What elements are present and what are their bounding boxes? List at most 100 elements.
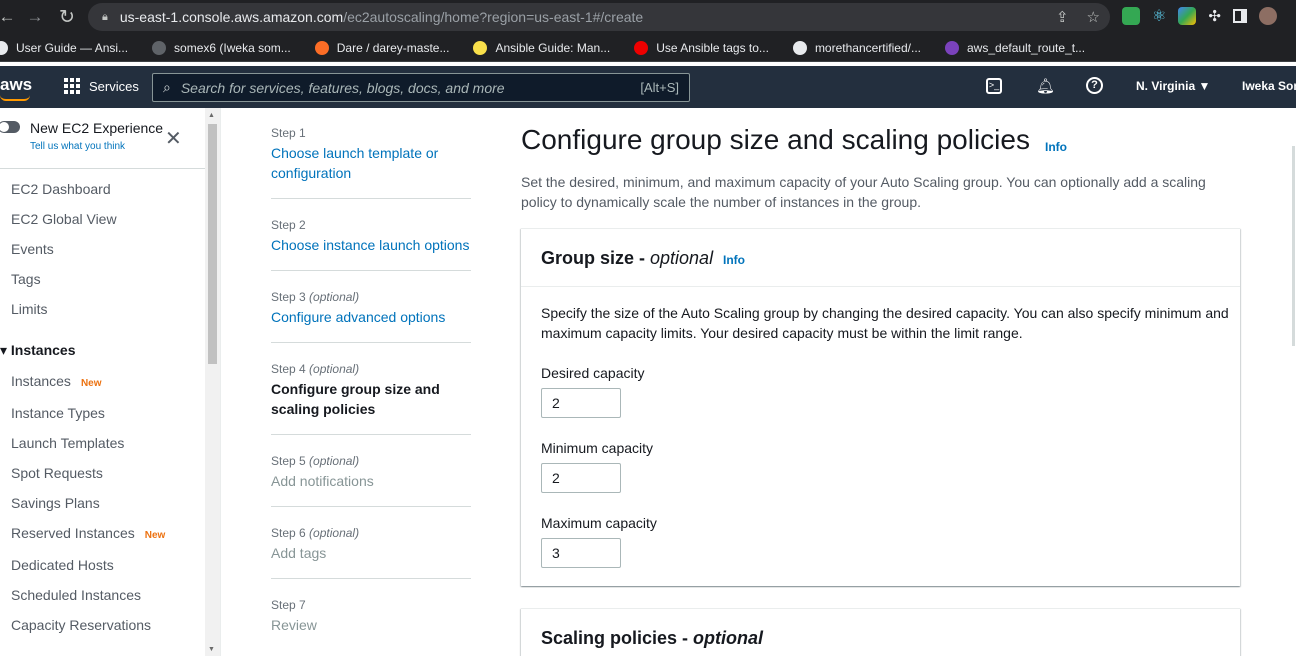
step-3-link[interactable]: Configure advanced options xyxy=(271,307,471,327)
sidebar-item-reserved-instances[interactable]: Reserved Instances New xyxy=(11,525,165,541)
bookmark-star-icon[interactable]: ☆ xyxy=(1087,8,1100,26)
account-menu[interactable]: Iweka Som xyxy=(1242,79,1296,93)
scroll-down-icon[interactable]: ▼ xyxy=(208,646,215,653)
bookmark-item[interactable]: User Guide — Ansi... xyxy=(0,40,128,55)
new-experience-toggle[interactable] xyxy=(0,121,20,133)
bell-icon[interactable]: 🔔︎ xyxy=(1036,77,1055,95)
forward-arrow-icon[interactable]: → xyxy=(20,7,50,27)
bookmarks-bar: User Guide — Ansi... somex6 (Iweka som...… xyxy=(0,34,1296,62)
reload-icon[interactable]: ↻ xyxy=(52,6,82,29)
step-number: Step 5 xyxy=(271,454,306,468)
step-optional: (optional) xyxy=(309,362,360,376)
page-info-link[interactable]: Info xyxy=(1045,140,1067,154)
content-border xyxy=(220,108,221,656)
extension-color-icon[interactable] xyxy=(1178,7,1197,25)
step-number: Step 1 xyxy=(271,126,306,140)
back-arrow-icon[interactable]: ← xyxy=(0,7,22,27)
sidebar-item-label: Reserved Instances xyxy=(11,525,135,541)
scroll-up-icon[interactable]: ▲ xyxy=(208,112,215,119)
share-icon[interactable]: ⇪ xyxy=(1056,8,1069,26)
feedback-link[interactable]: Tell us what you think xyxy=(30,141,125,152)
scaling-policies-panel: Scaling policies - optional xyxy=(521,608,1240,656)
bookmark-item[interactable]: Ansible Guide: Man... xyxy=(473,40,610,55)
step-2-link[interactable]: Choose instance launch options xyxy=(271,235,471,255)
new-badge: New xyxy=(144,530,166,541)
step-1-label: Step 1 xyxy=(271,126,306,140)
services-button[interactable]: Services xyxy=(64,78,139,94)
search-shortcut: [Alt+S] xyxy=(640,80,679,95)
sidepanel-icon[interactable] xyxy=(1232,9,1247,23)
page-title: Configure group size and scaling policie… xyxy=(521,124,1030,155)
bookmark-favicon-icon xyxy=(945,40,959,55)
aws-logo[interactable]: aws xyxy=(0,75,32,95)
bookmark-item[interactable]: somex6 (Iweka som... xyxy=(152,40,291,55)
bookmark-label: Use Ansible tags to... xyxy=(656,40,769,55)
search-input[interactable]: ⌕ Search for services, features, blogs, … xyxy=(152,73,690,102)
maximum-capacity-input[interactable] xyxy=(541,538,621,568)
sidebar-item-tags[interactable]: Tags xyxy=(11,271,41,287)
bookmark-favicon-icon xyxy=(473,40,488,55)
page-scroll-thumb[interactable] xyxy=(1292,146,1295,346)
sidebar-item-scheduled-instances[interactable]: Scheduled Instances xyxy=(11,587,141,603)
bookmark-item[interactable]: Use Ansible tags to... xyxy=(634,40,769,55)
step-2-label: Step 2 xyxy=(271,218,306,232)
step-number: Step 4 xyxy=(271,362,306,376)
address-bar[interactable]: 🔒︎ us-east-1.console.aws.amazon.com/ec2a… xyxy=(88,3,1110,31)
step-number: Step 7 xyxy=(271,598,306,612)
sidebar-section-instances[interactable]: ▾ Instances xyxy=(0,342,76,359)
sidebar-item-events[interactable]: Events xyxy=(11,241,54,257)
sidebar-scrollbar[interactable]: ▲ ▼ xyxy=(205,108,220,656)
extension-green-icon[interactable] xyxy=(1122,7,1140,25)
sidebar-item-savings-plans[interactable]: Savings Plans xyxy=(11,495,100,511)
bookmark-favicon-icon xyxy=(152,40,167,55)
group-size-info-link[interactable]: Info xyxy=(723,253,745,267)
sidebar-item-dedicated-hosts[interactable]: Dedicated Hosts xyxy=(11,557,114,573)
close-icon[interactable]: ✕ xyxy=(165,126,182,151)
step-divider xyxy=(271,342,471,343)
bookmark-label: Dare / darey-maste... xyxy=(336,40,450,55)
bookmark-favicon-icon xyxy=(314,40,329,55)
desired-capacity-label: Desired capacity xyxy=(541,365,645,381)
panel-title-text: Scaling policies - xyxy=(541,628,694,648)
sidebar-item-instance-types[interactable]: Instance Types xyxy=(11,405,105,421)
step-4-label: Step 4 (optional) xyxy=(271,362,359,376)
minimum-capacity-input[interactable] xyxy=(541,463,621,493)
sidebar-item-spot-requests[interactable]: Spot Requests xyxy=(11,465,103,481)
sidebar-scroll-thumb[interactable] xyxy=(208,124,217,364)
cloudshell-icon[interactable]: >_ xyxy=(986,78,1002,94)
bookmark-item[interactable]: morethancertified/... xyxy=(792,40,921,55)
step-1-link[interactable]: Choose launch template or configuration xyxy=(271,143,471,183)
bookmark-favicon-icon xyxy=(634,40,649,55)
step-optional: (optional) xyxy=(309,526,360,540)
sidebar-item-launch-templates[interactable]: Launch Templates xyxy=(11,435,124,451)
bookmark-item[interactable]: Dare / darey-maste... xyxy=(314,40,450,55)
grid-icon xyxy=(64,78,80,94)
sidebar-item-limits[interactable]: Limits xyxy=(11,301,48,317)
sidebar-item-ec2-global-view[interactable]: EC2 Global View xyxy=(11,211,117,227)
sidebar-item-ec2-dashboard[interactable]: EC2 Dashboard xyxy=(11,181,111,197)
page-scrollbar[interactable] xyxy=(1292,108,1296,656)
browser-toolbar: ← → ↻ 🔒︎ us-east-1.console.aws.amazon.co… xyxy=(0,0,1296,34)
bookmark-item[interactable]: aws_default_route_t... xyxy=(945,40,1086,55)
services-label: Services xyxy=(89,78,139,94)
react-extension-icon[interactable]: ⚛ xyxy=(1152,6,1166,26)
new-experience-label: New EC2 Experience xyxy=(30,120,164,136)
step-3-label: Step 3 (optional) xyxy=(271,290,359,304)
search-icon: ⌕ xyxy=(163,79,171,95)
help-icon[interactable]: ? xyxy=(1086,77,1103,94)
group-size-description: Specify the size of the Auto Scaling gro… xyxy=(541,305,1229,341)
step-optional: (optional) xyxy=(309,290,360,304)
bookmark-label: morethancertified/... xyxy=(814,40,921,55)
sidebar-item-instances[interactable]: Instances New xyxy=(11,373,102,389)
group-size-title: Group size - optional xyxy=(541,248,713,269)
desired-capacity-input[interactable] xyxy=(541,388,621,418)
profile-avatar-icon[interactable] xyxy=(1258,7,1277,25)
region-selector[interactable]: N. Virginia ▼ xyxy=(1136,79,1210,93)
url-host: us-east-1.console.aws.amazon.com xyxy=(119,9,344,25)
step-divider xyxy=(271,198,471,199)
puzzle-icon[interactable]: ✣ xyxy=(1208,7,1221,25)
sidebar-divider xyxy=(0,168,205,169)
sidebar-item-capacity-reservations[interactable]: Capacity Reservations xyxy=(11,617,151,633)
bookmark-label: aws_default_route_t... xyxy=(967,40,1086,55)
step-7-title: Review xyxy=(271,617,317,633)
